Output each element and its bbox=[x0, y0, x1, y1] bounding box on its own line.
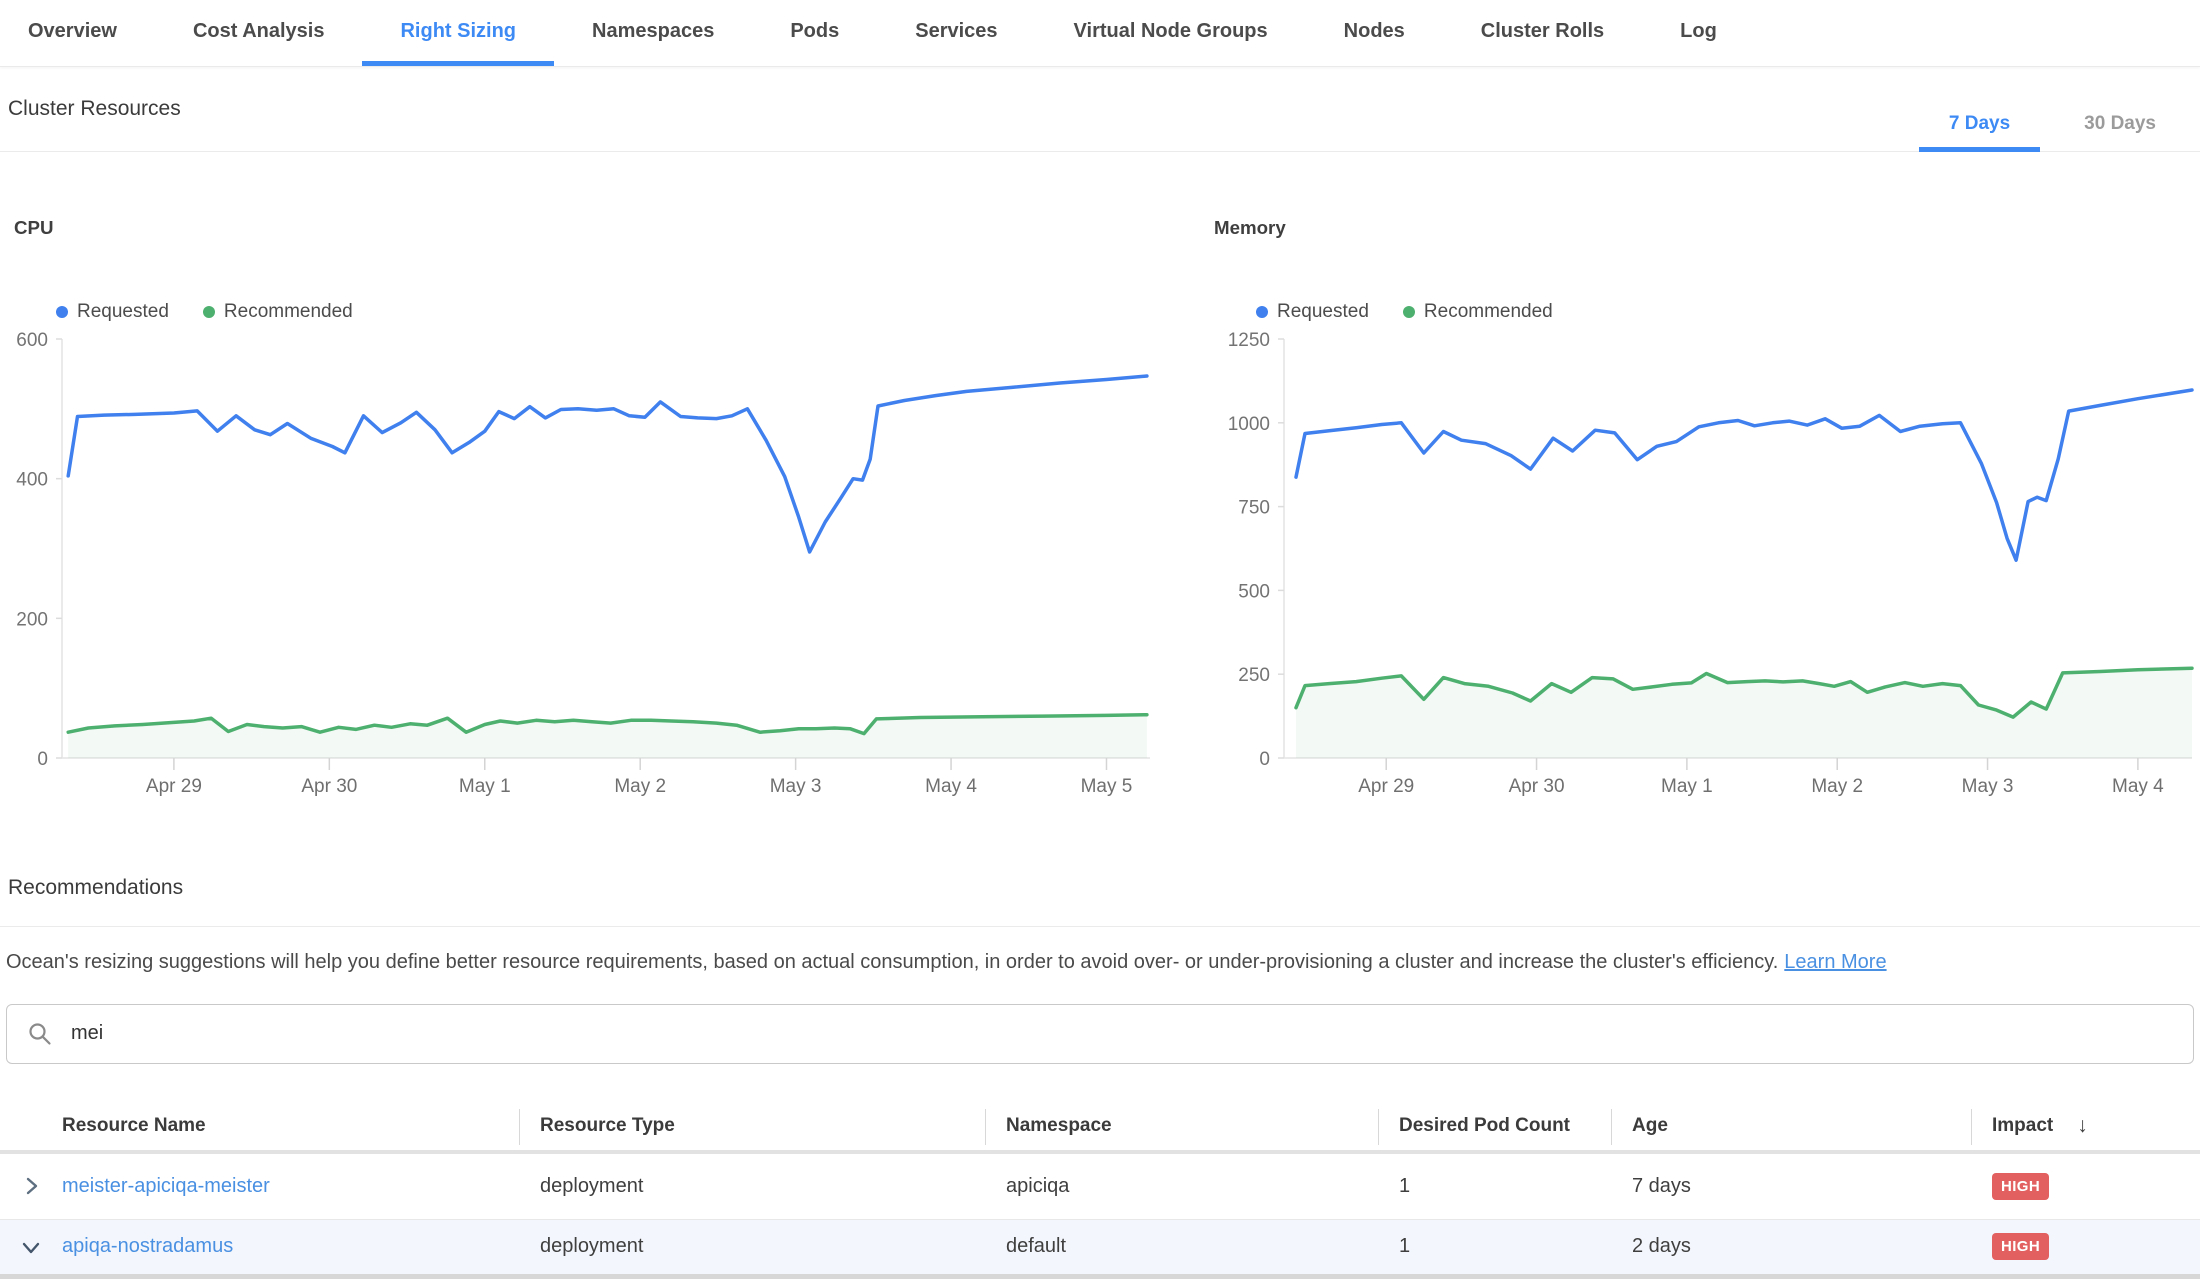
top-nav: Overview Cost Analysis Right Sizing Name… bbox=[0, 0, 2200, 67]
recommendations-title: Recommendations bbox=[8, 876, 2192, 900]
memory-line-chart: 0 250 500 750 1000 1250 Apr 29 Apr 30 May 1 May 2… bbox=[1214, 331, 2200, 806]
desired-pod-count-cell: 1 bbox=[1378, 1235, 1611, 1258]
header-impact[interactable]: Impact ↓ bbox=[1971, 1102, 2200, 1150]
search-box[interactable] bbox=[6, 1004, 2194, 1064]
resource-name-link[interactable]: meister-apiciqa-meister bbox=[62, 1175, 270, 1198]
legend-item-recommended: Recommended bbox=[203, 301, 353, 323]
svg-text:May 1: May 1 bbox=[459, 776, 511, 797]
nav-tab-log[interactable]: Log bbox=[1642, 0, 1755, 66]
svg-text:0: 0 bbox=[1259, 749, 1270, 770]
requested-dot-icon bbox=[56, 306, 68, 318]
nav-tab-nodes[interactable]: Nodes bbox=[1306, 0, 1443, 66]
legend-item-requested: Requested bbox=[1256, 301, 1369, 323]
memory-chart-title: Memory bbox=[1214, 217, 2200, 239]
nav-tab-pods[interactable]: Pods bbox=[752, 0, 877, 66]
legend-label: Requested bbox=[77, 301, 169, 323]
sort-descending-icon[interactable]: ↓ bbox=[2077, 1114, 2088, 1138]
desired-pod-count-cell: 1 bbox=[1378, 1175, 1611, 1198]
learn-more-link[interactable]: Learn More bbox=[1784, 951, 1886, 973]
main-content: Cluster Resources 7 Days 30 Days CPU Req… bbox=[0, 67, 2200, 1279]
table-header-row: Resource Name Resource Type Namespace De… bbox=[0, 1102, 2200, 1150]
legend-item-recommended: Recommended bbox=[1403, 301, 1553, 323]
header-namespace: Namespace bbox=[985, 1102, 1378, 1150]
nav-tab-cost-analysis[interactable]: Cost Analysis bbox=[155, 0, 363, 66]
legend-label: Recommended bbox=[1424, 301, 1553, 323]
svg-text:1250: 1250 bbox=[1228, 331, 1270, 351]
namespace-cell: apiciqa bbox=[985, 1175, 1378, 1198]
nav-tab-right-sizing[interactable]: Right Sizing bbox=[362, 0, 554, 66]
impact-badge: HIGH bbox=[1992, 1173, 2049, 1200]
cpu-panel: CPU Requested Recommended 0 200 400 600 Apr … bbox=[14, 198, 1158, 806]
header-desired-pod-count: Desired Pod Count bbox=[1378, 1102, 1611, 1150]
svg-text:400: 400 bbox=[16, 469, 48, 490]
age-cell: 7 days bbox=[1611, 1175, 1971, 1198]
svg-text:Apr 29: Apr 29 bbox=[146, 776, 202, 797]
period-30-days[interactable]: 30 Days bbox=[2054, 113, 2186, 151]
svg-text:May 2: May 2 bbox=[1811, 776, 1863, 797]
cluster-resources-title: Cluster Resources bbox=[8, 97, 181, 121]
legend-label: Requested bbox=[1277, 301, 1369, 323]
description-text: Ocean's resizing suggestions will help y… bbox=[6, 951, 1778, 973]
nav-tab-overview[interactable]: Overview bbox=[0, 0, 155, 66]
resource-type-cell: deployment bbox=[519, 1175, 985, 1198]
recommendations-description: Ocean's resizing suggestions will help y… bbox=[6, 951, 2194, 974]
svg-text:May 3: May 3 bbox=[1962, 776, 2014, 797]
age-cell: 2 days bbox=[1611, 1235, 1971, 1258]
legend-label: Recommended bbox=[224, 301, 353, 323]
impact-badge: HIGH bbox=[1992, 1233, 2049, 1260]
svg-text:May 3: May 3 bbox=[770, 776, 822, 797]
recommendations-header: Recommendations bbox=[0, 806, 2200, 927]
legend-item-requested: Requested bbox=[56, 301, 169, 323]
search-icon bbox=[27, 1021, 53, 1047]
resource-type-cell: deployment bbox=[519, 1235, 985, 1258]
table-row[interactable]: apiqa-nostradamus deployment default 1 2… bbox=[0, 1220, 2200, 1274]
svg-text:Apr 29: Apr 29 bbox=[1358, 776, 1414, 797]
resource-name-link[interactable]: apiqa-nostradamus bbox=[62, 1235, 233, 1258]
svg-text:May 4: May 4 bbox=[2112, 776, 2164, 797]
svg-text:0: 0 bbox=[37, 749, 48, 770]
charts-section: CPU Requested Recommended 0 200 400 600 Apr … bbox=[0, 198, 2200, 806]
svg-text:May 4: May 4 bbox=[925, 776, 977, 797]
svg-text:250: 250 bbox=[1238, 665, 1270, 686]
search-input[interactable] bbox=[69, 1021, 2173, 1046]
period-7-days[interactable]: 7 Days bbox=[1919, 113, 2040, 151]
svg-text:1000: 1000 bbox=[1228, 414, 1270, 435]
recommendations-table: Resource Name Resource Type Namespace De… bbox=[0, 1102, 2200, 1279]
period-toggle: 7 Days 30 Days bbox=[1919, 113, 2186, 151]
svg-text:750: 750 bbox=[1238, 497, 1270, 518]
nav-tab-cluster-rolls[interactable]: Cluster Rolls bbox=[1443, 0, 1642, 66]
cpu-legend: Requested Recommended bbox=[56, 301, 1158, 323]
svg-text:Apr 30: Apr 30 bbox=[301, 776, 357, 797]
chevron-down-icon[interactable] bbox=[18, 1234, 44, 1260]
expanded-row-divider bbox=[0, 1274, 2200, 1279]
header-resource-name: Resource Name bbox=[0, 1102, 519, 1150]
svg-text:600: 600 bbox=[16, 331, 48, 351]
requested-dot-icon bbox=[1256, 306, 1268, 318]
svg-text:May 5: May 5 bbox=[1081, 776, 1133, 797]
header-resource-type: Resource Type bbox=[519, 1102, 985, 1150]
svg-text:500: 500 bbox=[1238, 581, 1270, 602]
recommended-dot-icon bbox=[203, 306, 215, 318]
header-impact-label: Impact bbox=[1992, 1115, 2053, 1137]
cpu-chart-title: CPU bbox=[14, 217, 1158, 239]
recommended-dot-icon bbox=[1403, 306, 1415, 318]
svg-text:May 2: May 2 bbox=[614, 776, 666, 797]
table-row[interactable]: meister-apiciqa-meister deployment apici… bbox=[0, 1154, 2200, 1220]
chevron-right-icon[interactable] bbox=[18, 1173, 44, 1199]
namespace-cell: default bbox=[985, 1235, 1378, 1258]
nav-tab-services[interactable]: Services bbox=[877, 0, 1035, 66]
cpu-line-chart: 0 200 400 600 Apr 29 Apr 30 May 1 May 2 May 3 May… bbox=[14, 331, 1158, 806]
svg-text:May 1: May 1 bbox=[1661, 776, 1713, 797]
nav-tab-namespaces[interactable]: Namespaces bbox=[554, 0, 752, 66]
cluster-resources-header: Cluster Resources 7 Days 30 Days bbox=[0, 67, 2200, 152]
memory-panel: Memory Requested Recommended 0 250 500 750 1… bbox=[1214, 198, 2200, 806]
svg-text:Apr 30: Apr 30 bbox=[1509, 776, 1565, 797]
nav-tab-virtual-node-groups[interactable]: Virtual Node Groups bbox=[1036, 0, 1306, 66]
memory-legend: Requested Recommended bbox=[1256, 301, 2200, 323]
svg-text:200: 200 bbox=[16, 609, 48, 630]
header-age: Age bbox=[1611, 1102, 1971, 1150]
